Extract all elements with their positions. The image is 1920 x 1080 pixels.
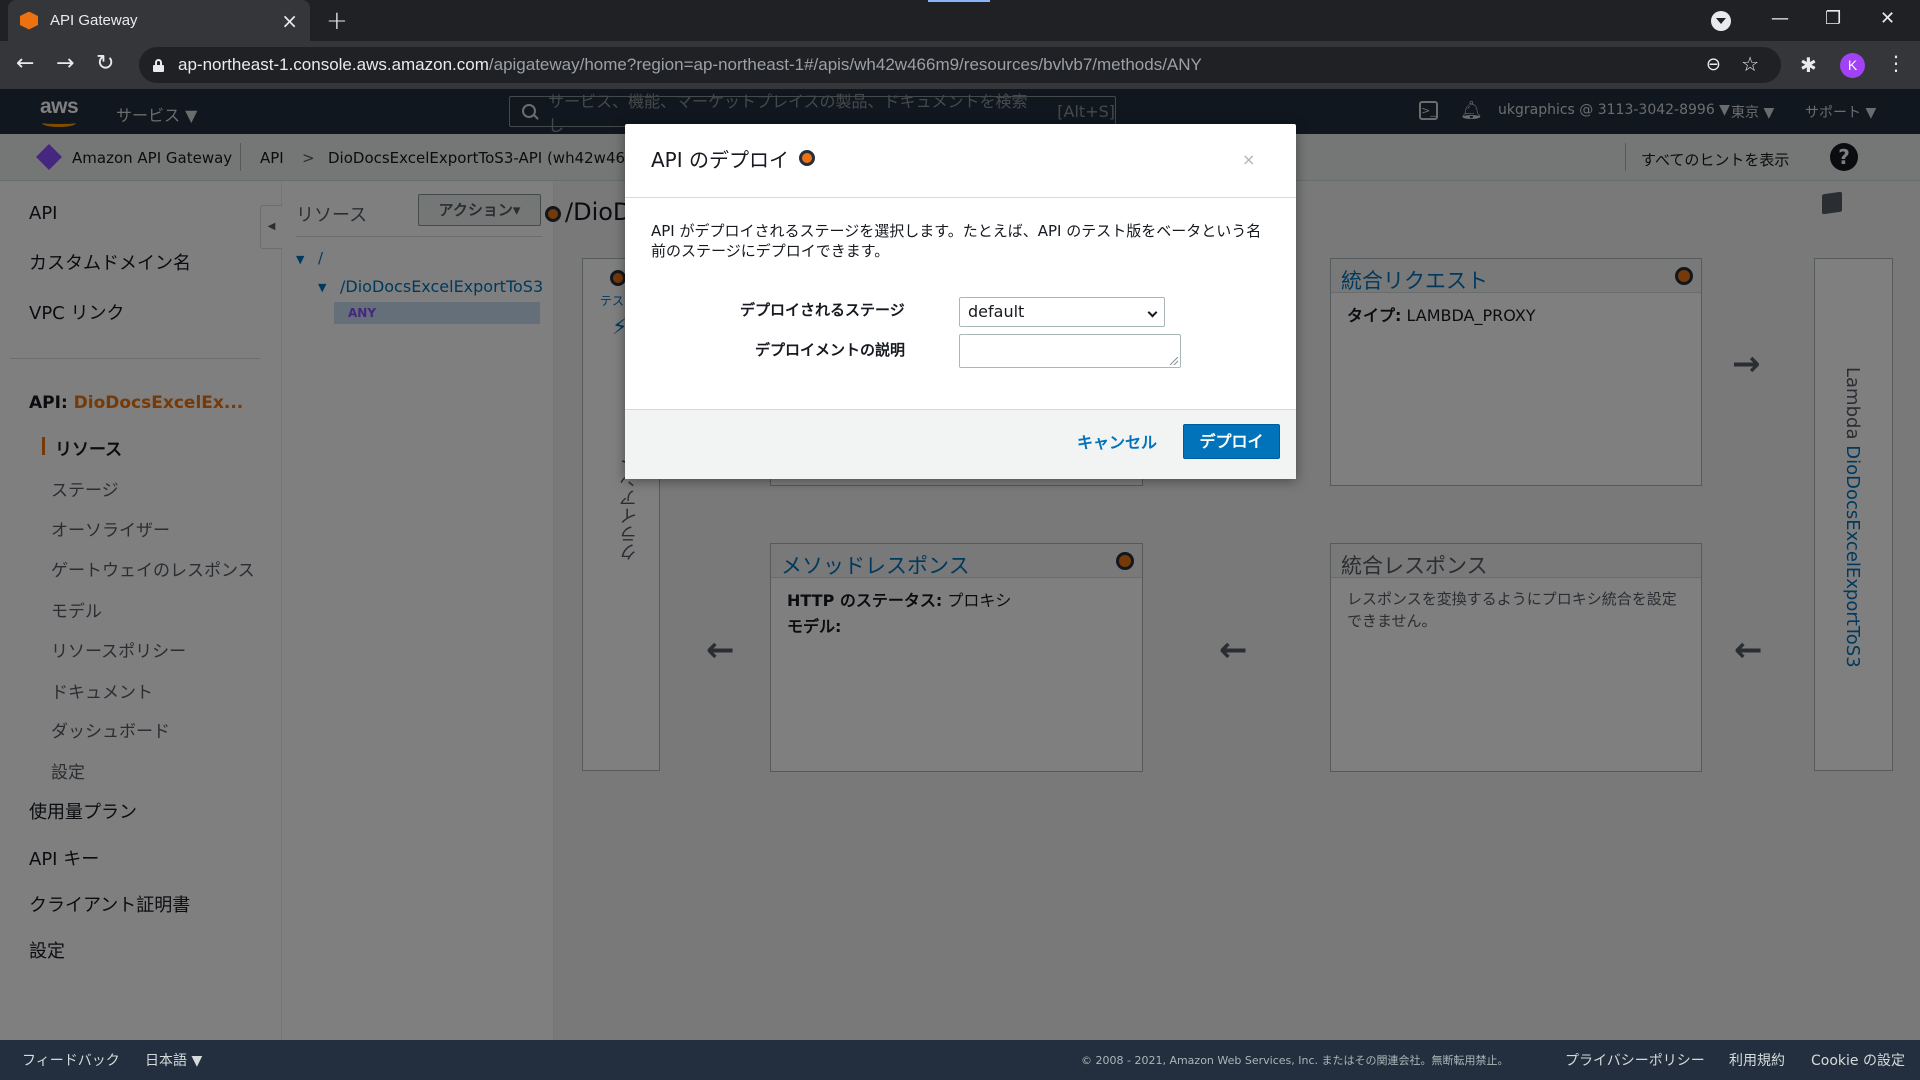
url-host: ap-northeast-1.console.aws.amazon.com — [178, 55, 489, 74]
browser-tabbar: API Gateway × + — ❐ ✕ — [0, 0, 1920, 41]
stage-select-value: default — [968, 302, 1025, 321]
deployment-description-label: デプロイメントの説明 — [755, 341, 906, 359]
copyright: © 2008 - 2021, Amazon Web Services, Inc.… — [1081, 1054, 1509, 1067]
stage-label: デプロイされるステージ — [740, 301, 905, 319]
deploy-api-modal: API のデプロイ × API がデプロイされるステージを選択します。たとえば、… — [625, 124, 1296, 479]
chevron-down-icon — [1147, 307, 1158, 318]
reload-icon[interactable]: ↻ — [96, 51, 114, 76]
menu-icon[interactable]: ⋮ — [1886, 51, 1906, 75]
terms-link[interactable]: 利用規約 — [1729, 1050, 1785, 1070]
feedback-link[interactable]: フィードバック — [22, 1050, 120, 1070]
address-bar[interactable]: ap-northeast-1.console.aws.amazon.com/ap… — [139, 47, 1781, 83]
tab-title: API Gateway — [50, 12, 138, 29]
modal-title: API のデプロイ — [651, 148, 789, 172]
cancel-button[interactable]: キャンセル — [1077, 429, 1157, 453]
aws-favicon-icon — [20, 11, 38, 30]
modal-description: API がデプロイされるステージを選択します。たとえば、API のテスト版をベー… — [651, 222, 1262, 260]
info-badge-icon[interactable] — [799, 150, 815, 166]
privacy-link[interactable]: プライバシーポリシー — [1565, 1050, 1705, 1070]
deployment-description-textarea[interactable] — [959, 334, 1181, 368]
stage-select[interactable]: default — [959, 297, 1165, 327]
close-icon[interactable]: × — [1242, 150, 1255, 169]
star-icon[interactable]: ☆ — [1741, 52, 1759, 76]
tab-close-icon[interactable]: × — [281, 11, 298, 31]
deploy-button[interactable]: デプロイ — [1183, 424, 1280, 459]
modal-footer: キャンセル デプロイ — [625, 409, 1296, 479]
footer: フィードバック 日本語 ▼ © 2008 - 2021, Amazon Web … — [0, 1040, 1920, 1080]
modal-header: API のデプロイ × — [625, 124, 1296, 198]
browser-tab[interactable]: API Gateway × — [8, 0, 310, 41]
minimize-icon[interactable]: — — [1771, 8, 1789, 29]
tab-drag-indicator — [928, 0, 990, 2]
forward-icon[interactable]: → — [56, 51, 74, 76]
avatar[interactable]: K — [1840, 53, 1865, 78]
lock-icon[interactable] — [153, 58, 164, 72]
zoom-icon[interactable]: ⊖ — [1706, 54, 1721, 75]
resize-handle-icon[interactable] — [1170, 357, 1178, 365]
cookie-settings-link[interactable]: Cookie の設定 — [1811, 1050, 1905, 1070]
new-tab-button[interactable]: + — [326, 6, 348, 36]
browser-toolbar: ← → ↻ ap-northeast-1.console.aws.amazon.… — [0, 41, 1920, 89]
restore-icon[interactable]: ❐ — [1825, 8, 1841, 29]
extensions-icon[interactable]: ✱ — [1800, 53, 1817, 77]
back-icon[interactable]: ← — [16, 51, 34, 76]
window-close-icon[interactable]: ✕ — [1880, 8, 1895, 29]
language-menu[interactable]: 日本語 ▼ — [145, 1050, 202, 1070]
url-path: /apigateway/home?region=ap-northeast-1#/… — [488, 55, 1202, 74]
tab-search-icon[interactable] — [1711, 11, 1731, 31]
